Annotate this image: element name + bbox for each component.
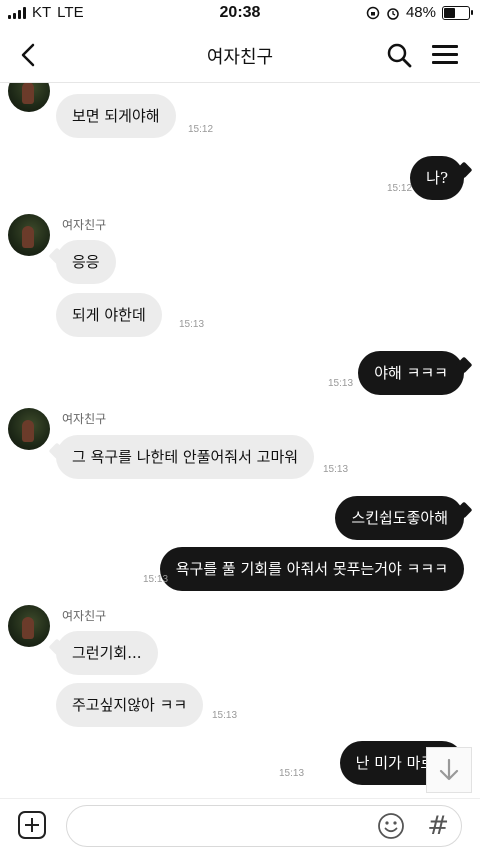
message-time: 15:13 [179, 319, 205, 330]
battery-percent: 48% [405, 4, 436, 21]
sender-name: 여자친구 [62, 609, 107, 623]
input-bar: # [0, 798, 480, 855]
alarm-icon [387, 7, 399, 20]
message-time: 15:13 [328, 378, 354, 389]
status-bar: KT LTE 20:38 48% [0, 0, 480, 28]
sender-name: 여자친구 [62, 412, 107, 426]
rotation-lock-icon [366, 6, 380, 19]
message-bubble[interactable]: 나? [410, 156, 464, 200]
message-input-field[interactable]: # [66, 805, 462, 847]
hashtag-button[interactable]: # [427, 812, 449, 840]
avatar[interactable] [8, 605, 50, 647]
avatar[interactable] [8, 214, 50, 256]
status-right: 48% [366, 4, 473, 21]
plus-icon[interactable] [18, 811, 46, 839]
message-bubble[interactable]: 응응 [56, 240, 116, 284]
search-icon[interactable] [386, 42, 412, 68]
message-bubble[interactable]: 되게 야한데 [56, 293, 162, 337]
message-time: 15:13 [212, 710, 238, 721]
message-bubble[interactable]: 그 욕구를 나한테 안풀어줘서 고마워 [56, 435, 315, 479]
message-bubble[interactable]: 스킨쉽도좋아해 [335, 496, 464, 540]
chat-header: 여자친구 [0, 28, 480, 83]
message-list[interactable]: 보면 되게야해 15:12 나? 15:12 여자친구 응응 되게 야한데 15… [0, 82, 480, 798]
message-bubble[interactable]: 보면 되게야해 [56, 94, 176, 138]
menu-icon[interactable] [430, 42, 460, 68]
message-bubble[interactable]: 주고싶지않아 ㅋㅋ [56, 683, 204, 727]
message-bubble[interactable]: 그런기회... [56, 631, 158, 675]
sender-name: 여자친구 [62, 218, 107, 232]
scroll-down-button[interactable] [426, 747, 472, 793]
emoji-icon[interactable] [377, 812, 405, 840]
battery-icon [442, 5, 473, 20]
message-time: 15:13 [143, 574, 169, 585]
avatar[interactable] [8, 408, 50, 450]
scroll-down-icon [439, 758, 459, 781]
message-time: 15:12 [387, 183, 413, 194]
message-time: 15:12 [188, 124, 214, 135]
message-input[interactable] [81, 816, 365, 835]
message-bubble[interactable]: 야해 ㅋㅋㅋ [358, 351, 464, 395]
message-time: 15:13 [323, 464, 349, 475]
message-bubble[interactable]: 욕구를 풀 기회를 아줘서 못푸는거야 ㅋㅋㅋ [159, 547, 464, 591]
avatar[interactable] [8, 82, 50, 112]
message-time: 15:13 [279, 768, 305, 779]
